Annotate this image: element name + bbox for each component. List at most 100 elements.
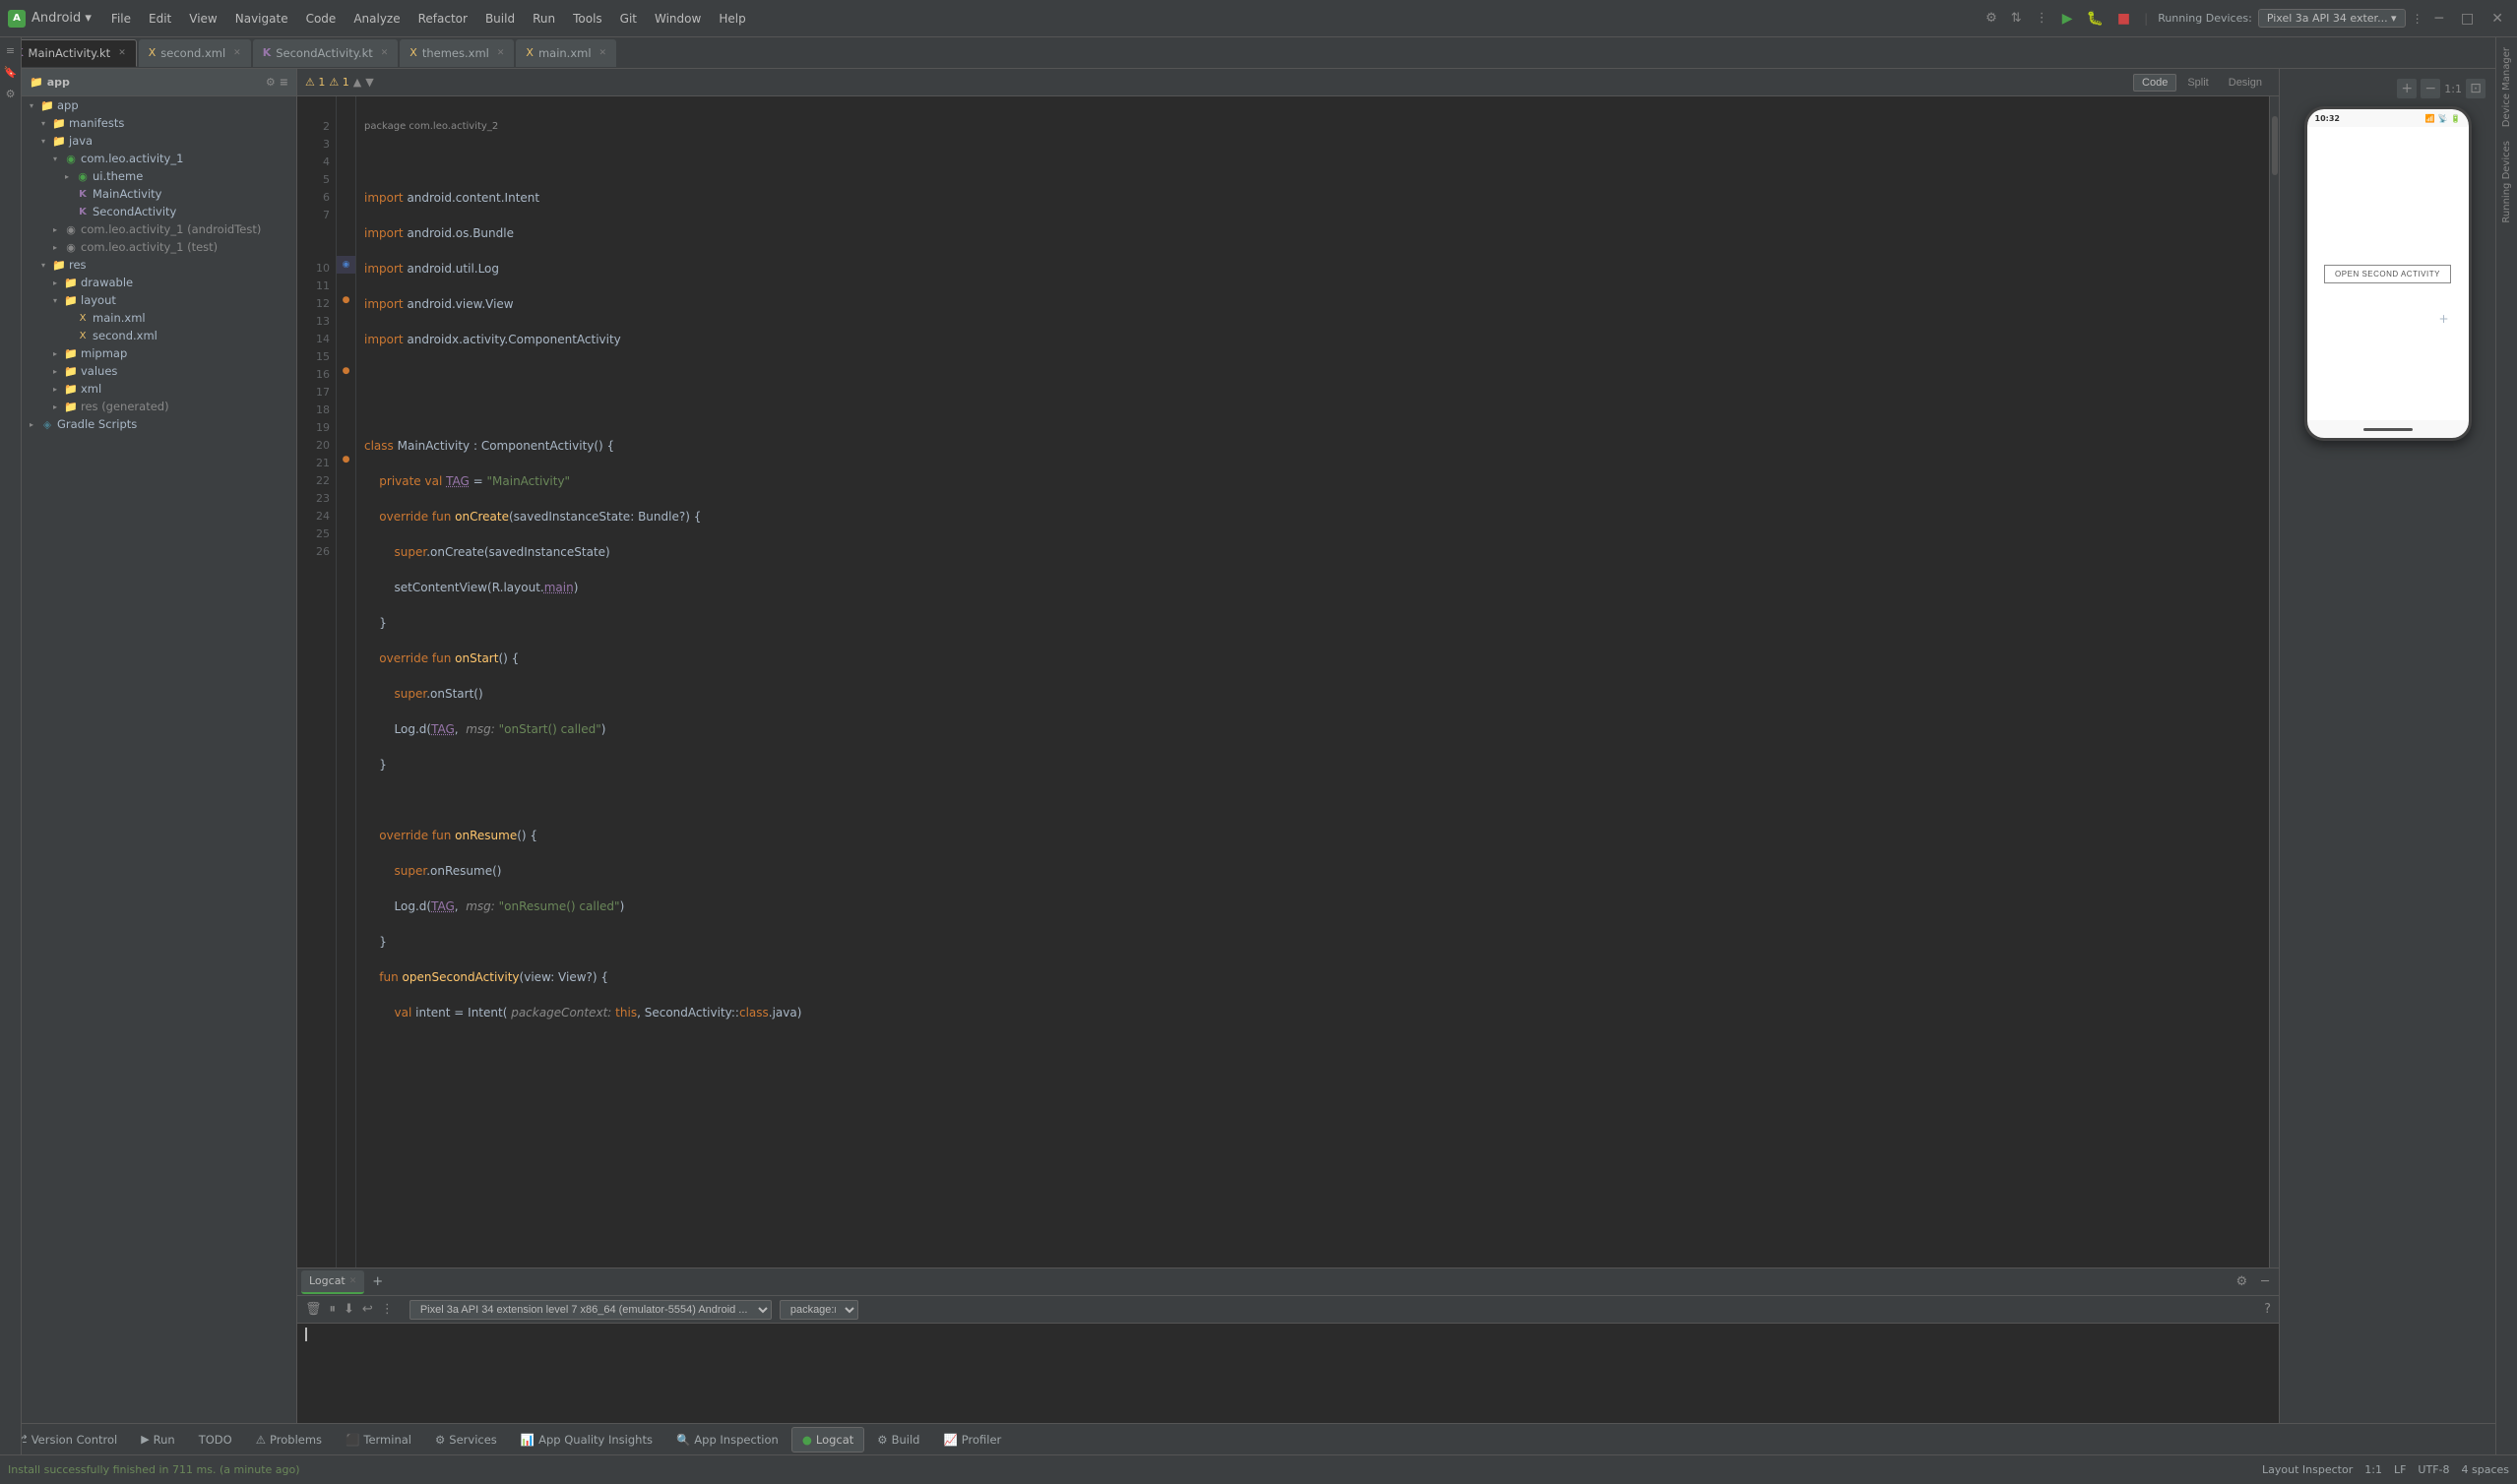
tree-item-mipmap[interactable]: ▸ 📁 mipmap — [22, 344, 296, 362]
tool-version-control[interactable]: ⎇ Version Control — [4, 1427, 128, 1453]
tree-item-second-xml[interactable]: X second.xml — [22, 327, 296, 344]
code-view-button[interactable]: Code — [2133, 74, 2176, 92]
tab-logcat[interactable]: Logcat ✕ — [301, 1270, 364, 1294]
tool-terminal[interactable]: ⬛ Terminal — [335, 1427, 422, 1453]
tab-main-activity-kt[interactable]: K MainActivity.kt ✕ — [4, 39, 137, 67]
tree-item-res-gen[interactable]: ▸ 📁 res (generated) — [22, 398, 296, 415]
menu-analyze[interactable]: Analyze — [347, 10, 406, 28]
tree-item-res[interactable]: ▾ 📁 res — [22, 256, 296, 274]
tab-second-activity-kt[interactable]: K SecondActivity.kt ✕ — [253, 39, 399, 67]
window-minimize[interactable]: ─ — [2429, 9, 2449, 29]
tree-item-manifests[interactable]: ▾ 📁 manifests — [22, 114, 296, 132]
navigate-up-icon[interactable]: ▲ — [353, 76, 361, 89]
tree-item-com-leo-1[interactable]: ▾ ◉ com.leo.activity_1 — [22, 150, 296, 167]
project-dropdown[interactable]: Android ▾ — [31, 11, 92, 26]
menu-build[interactable]: Build — [479, 10, 521, 28]
debug-button[interactable]: 🐛 — [2082, 9, 2107, 29]
tab-close-icon[interactable]: ✕ — [599, 48, 607, 58]
design-view-button[interactable]: Design — [2220, 74, 2271, 92]
split-view-button[interactable]: Split — [2178, 74, 2217, 92]
tab-main-xml[interactable]: X main.xml ✕ — [516, 39, 616, 67]
tree-item-main-activity[interactable]: K MainActivity — [22, 185, 296, 203]
window-maximize[interactable]: □ — [2455, 9, 2480, 29]
menu-view[interactable]: View — [183, 10, 222, 28]
run-button[interactable]: ▶ — [2058, 9, 2077, 29]
tool-services[interactable]: ⚙ Services — [424, 1427, 508, 1453]
menu-file[interactable]: File — [105, 10, 137, 28]
tree-item-xml[interactable]: ▸ 📁 xml — [22, 380, 296, 398]
tab-second-xml[interactable]: X second.xml ✕ — [139, 39, 251, 67]
open-second-activity-button[interactable]: OPEN SECOND ACTIVITY — [2324, 265, 2451, 283]
menu-git[interactable]: Git — [614, 10, 643, 28]
logcat-options-icon[interactable]: ⋮ — [381, 1302, 394, 1317]
tree-item-main-xml[interactable]: X main.xml — [22, 309, 296, 327]
logcat-scroll-icon[interactable]: ⬇ — [344, 1302, 354, 1317]
tree-item-values[interactable]: ▸ 📁 values — [22, 362, 296, 380]
tool-problems[interactable]: ⚠ Problems — [245, 1427, 333, 1453]
logcat-settings-icon[interactable]: ⚙ — [2231, 1274, 2254, 1289]
tab-themes-xml[interactable]: X themes.xml ✕ — [400, 39, 514, 67]
tree-item-second-activity[interactable]: K SecondActivity — [22, 203, 296, 220]
window-close[interactable]: ✕ — [2486, 9, 2509, 29]
device-fit-icon[interactable]: ⊡ — [2466, 79, 2486, 98]
tree-item-ui-theme[interactable]: ▸ ◉ ui.theme — [22, 167, 296, 185]
device-zoom-in-icon[interactable]: + — [2397, 79, 2417, 98]
sdk-manager-icon[interactable]: ⚙ — [1982, 9, 2001, 28]
layout-inspector-link[interactable]: Layout Inspector — [2262, 1463, 2353, 1476]
more-options-icon[interactable]: ⋮ — [2412, 12, 2423, 26]
tab-add[interactable]: + — [366, 1270, 389, 1294]
tab-close-icon[interactable]: ✕ — [233, 48, 241, 58]
logcat-tab-close[interactable]: ✕ — [349, 1276, 357, 1286]
error-indicator[interactable]: ⚠ 1 — [329, 76, 348, 89]
profiler-icon: 📈 — [943, 1433, 957, 1447]
line-col-indicator[interactable]: 1:1 — [2364, 1463, 2382, 1476]
tool-build[interactable]: ⚙ Build — [866, 1427, 930, 1453]
sidebar-gear-icon[interactable]: ⚙ — [266, 76, 276, 89]
tree-item-com-leo-test[interactable]: ▸ ◉ com.leo.activity_1 (test) — [22, 238, 296, 256]
menu-run[interactable]: Run — [527, 10, 561, 28]
tab-close-icon[interactable]: ✕ — [497, 48, 505, 58]
encoding-indicator[interactable]: UTF-8 — [2418, 1463, 2449, 1476]
vertical-scrollbar[interactable] — [2269, 96, 2279, 1268]
tool-app-inspection[interactable]: 🔍 App Inspection — [665, 1427, 789, 1453]
tool-todo[interactable]: TODO — [188, 1427, 243, 1453]
logcat-clear-icon[interactable]: 🗑 — [305, 1302, 322, 1317]
sidebar-collapse-icon[interactable]: ≡ — [280, 76, 288, 89]
device-selector[interactable]: Pixel 3a API 34 exter... ▾ — [2258, 9, 2406, 28]
menu-refactor[interactable]: Refactor — [412, 10, 473, 28]
code-editor[interactable]: 2 3 4 5 6 7 10 11 12 13 14 15 — [297, 96, 2279, 1268]
tree-item-app[interactable]: ▾ 📁 app — [22, 96, 296, 114]
warning-indicator[interactable]: ⚠ 1 — [305, 76, 325, 89]
tool-profiler[interactable]: 📈 Profiler — [932, 1427, 1012, 1453]
logcat-pause-icon[interactable]: ⏸ — [330, 1302, 337, 1317]
tool-app-quality[interactable]: 📊 App Quality Insights — [510, 1427, 663, 1453]
logcat-device-select[interactable]: Pixel 3a API 34 extension level 7 x86_64… — [409, 1300, 772, 1320]
logcat-wrap-icon[interactable]: ↩ — [362, 1302, 373, 1317]
code-text[interactable]: package com.leo.activity_2 import androi… — [356, 96, 2269, 1268]
sync-icon[interactable]: ⇅ — [2007, 9, 2026, 28]
settings-icon[interactable]: ⋮ — [2032, 9, 2052, 28]
menu-navigate[interactable]: Navigate — [229, 10, 294, 28]
tree-item-gradle[interactable]: ▸ ◈ Gradle Scripts — [22, 415, 296, 433]
logcat-help-icon[interactable]: ? — [2264, 1302, 2271, 1317]
logcat-filter-select[interactable]: package:mine — [780, 1300, 858, 1320]
menu-code[interactable]: Code — [300, 10, 343, 28]
tool-logcat[interactable]: ● Logcat — [791, 1427, 864, 1453]
menu-help[interactable]: Help — [713, 10, 751, 28]
stop-button[interactable]: ■ — [2113, 9, 2134, 29]
tab-close-icon[interactable]: ✕ — [381, 48, 389, 58]
tool-run[interactable]: ▶ Run — [130, 1427, 186, 1453]
tab-close-icon[interactable]: ✕ — [118, 48, 126, 58]
tree-item-java[interactable]: ▾ 📁 java — [22, 132, 296, 150]
menu-window[interactable]: Window — [649, 10, 707, 28]
navigate-down-icon[interactable]: ▼ — [365, 76, 373, 89]
menu-tools[interactable]: Tools — [567, 10, 608, 28]
menu-edit[interactable]: Edit — [143, 10, 177, 28]
device-zoom-out-icon[interactable]: − — [2421, 79, 2440, 98]
tree-item-com-leo-android-test[interactable]: ▸ ◉ com.leo.activity_1 (androidTest) — [22, 220, 296, 238]
lf-indicator[interactable]: LF — [2394, 1463, 2406, 1476]
indent-indicator[interactable]: 4 spaces — [2462, 1463, 2510, 1476]
logcat-close-icon[interactable]: ─ — [2255, 1274, 2275, 1289]
tree-item-layout[interactable]: ▾ 📁 layout — [22, 291, 296, 309]
tree-item-drawable[interactable]: ▸ 📁 drawable — [22, 274, 296, 291]
